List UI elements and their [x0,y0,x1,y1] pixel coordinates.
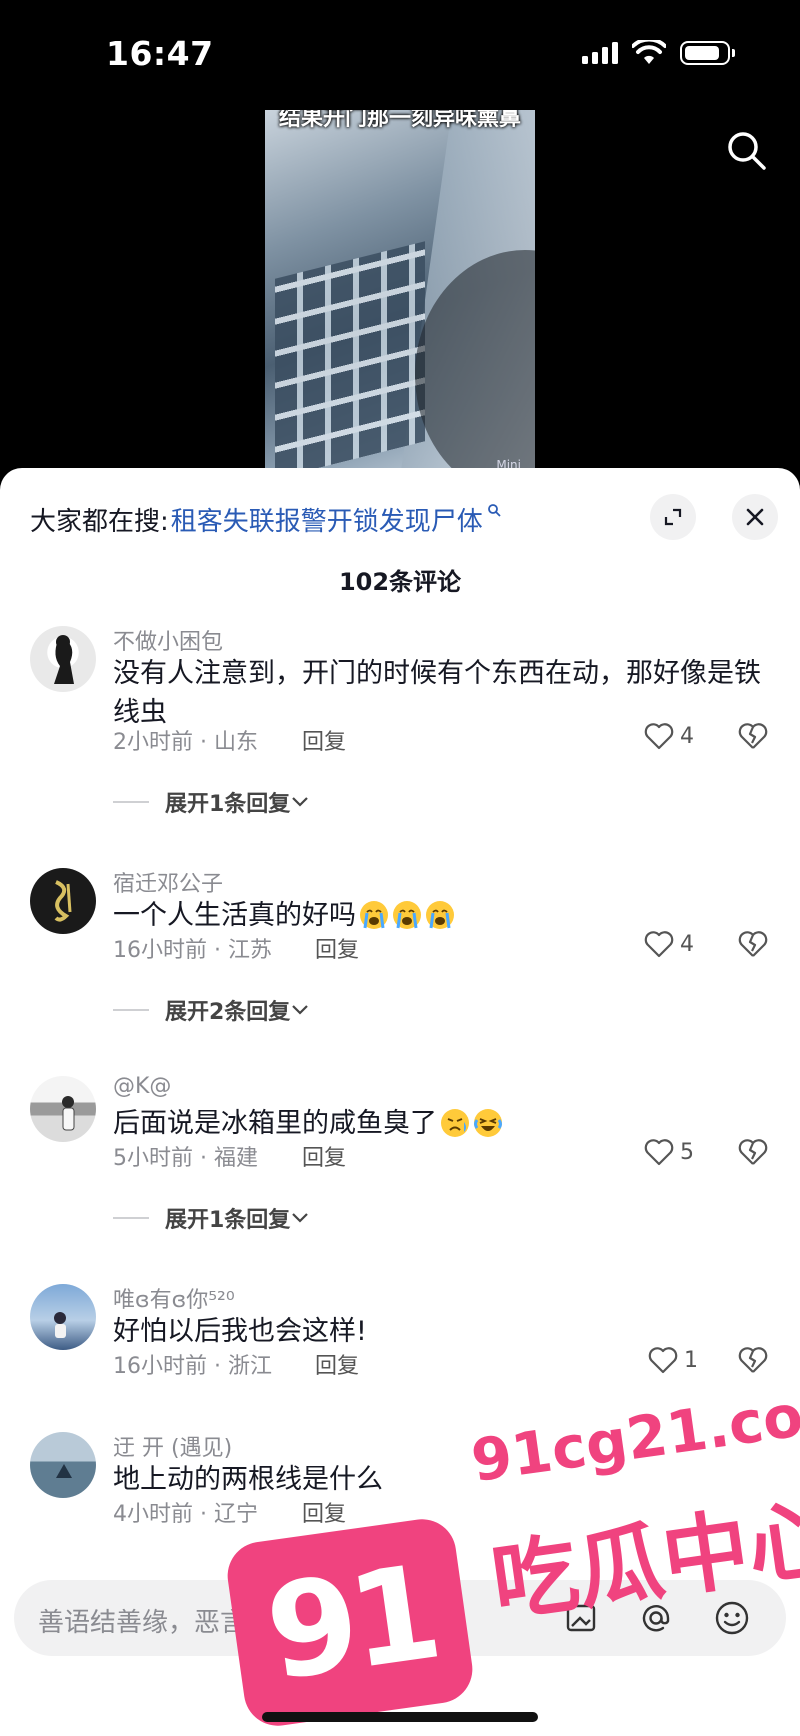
loudly-crying-emoji [393,901,421,929]
cellular-signal-icon [582,42,618,64]
broken-heart-icon [738,723,768,749]
divider-dash [113,1009,149,1011]
reply-button[interactable]: 回复 [302,724,346,756]
dislike-button[interactable] [738,930,768,962]
video-caption: 结果开门那一刻异味熏鼻 [278,110,521,131]
comment-meta: 5小时前 · 福建 [113,1146,258,1171]
loudly-crying-emoji [426,901,454,929]
avatar[interactable] [30,1432,96,1498]
heart-icon [648,1347,678,1374]
like-button[interactable]: 4 [644,930,694,958]
avatar[interactable] [30,1284,96,1350]
comment-username[interactable]: 迂 开 (遇见) [113,1430,232,1462]
status-time: 16:47 [106,34,214,73]
comment-meta: 2小时前 · 山东 [113,730,258,755]
dislike-button[interactable] [738,1138,768,1170]
broken-heart-icon [738,931,768,957]
rolling-laughing-emoji [474,1109,502,1137]
broken-heart-icon [738,1139,768,1165]
crying-emoji [441,1109,469,1137]
heart-icon [644,723,674,750]
comment-text-body: 后面说是冰箱里的咸鱼臭了 [113,1108,437,1139]
dislike-button[interactable] [738,1346,768,1378]
expand-replies-label: 展开1条回复 [165,792,291,817]
search-button[interactable] [722,126,770,174]
wifi-icon [632,40,666,64]
dislike-button[interactable] [738,722,768,754]
comment-text-body: 一个人生活真的好吗 [113,900,356,931]
comment-username[interactable]: @K@ [113,1074,171,1099]
comment-text: 没有人注意到，开门的时候有个东西在动，那好像是铁线虫 [113,658,761,728]
comment-username[interactable]: 不做小困包 [113,624,223,656]
watermark-badge: 91 [223,1514,477,1731]
status-bar: 16:47 [0,0,800,100]
hot-search-link[interactable]: 租客失联报警开锁发现尸体 [171,501,483,538]
home-indicator[interactable] [262,1712,538,1722]
small-search-icon [487,502,501,521]
video-thumbnail[interactable]: 结果开门那一刻异味熏鼻 Mini [265,110,535,480]
loudly-crying-emoji [360,901,388,929]
expand-icon [664,508,682,526]
broken-heart-icon [738,1347,768,1373]
like-button[interactable]: 4 [644,722,694,750]
battery-icon [680,41,735,65]
comment-meta: 16小时前 · 江苏 [113,938,272,963]
divider-dash [113,1217,149,1219]
chevron-down-icon [292,1213,309,1223]
watermark-name: 吃瓜中心 [485,1487,800,1635]
close-icon [746,508,764,526]
chevron-down-icon [292,1005,309,1015]
watermark-number: 91 [257,1535,443,1710]
comment-username[interactable]: 唯ɞ有ɞ你⁵²⁰ [113,1282,235,1314]
search-icon [728,132,766,170]
divider-dash [113,801,149,803]
video-frame-grille [275,241,425,479]
comment-username[interactable]: 宿迁邓公子 [113,866,223,898]
expand-replies-label: 展开1条回复 [165,1208,291,1233]
expand-sheet-button[interactable] [650,494,696,540]
close-sheet-button[interactable] [732,494,778,540]
chevron-down-icon [292,797,309,807]
avatar[interactable] [30,626,96,692]
status-icons [582,40,735,66]
expand-replies-button[interactable]: 展开1条回复 [113,1202,310,1234]
reply-button[interactable]: 回复 [302,1140,346,1172]
like-count: 4 [680,931,694,957]
expand-replies-button[interactable]: 展开1条回复 [113,786,310,818]
hot-search-prefix: 大家都在搜: [30,506,169,537]
heart-icon [644,931,674,958]
heart-icon [644,1139,674,1166]
expand-replies-label: 展开2条回复 [165,1000,291,1025]
comment-count: 102条评论 [338,568,462,596]
watermark: 91cg21.com 吃瓜中心 91 [223,1373,800,1731]
hot-search-row[interactable]: 大家都在搜: 租客失联报警开锁发现尸体 [30,494,590,544]
avatar[interactable] [30,868,96,934]
reply-button[interactable]: 回复 [315,932,359,964]
like-button[interactable]: 5 [644,1138,694,1166]
like-button[interactable]: 1 [648,1346,698,1374]
reply-button[interactable]: 回复 [315,1348,359,1380]
expand-replies-button[interactable]: 展开2条回复 [113,994,310,1026]
like-count: 5 [680,1139,694,1165]
comment-meta: 16小时前 · 浙江 [113,1354,272,1379]
avatar[interactable] [30,1076,96,1142]
like-count: 4 [680,723,694,749]
like-count: 1 [684,1347,698,1373]
